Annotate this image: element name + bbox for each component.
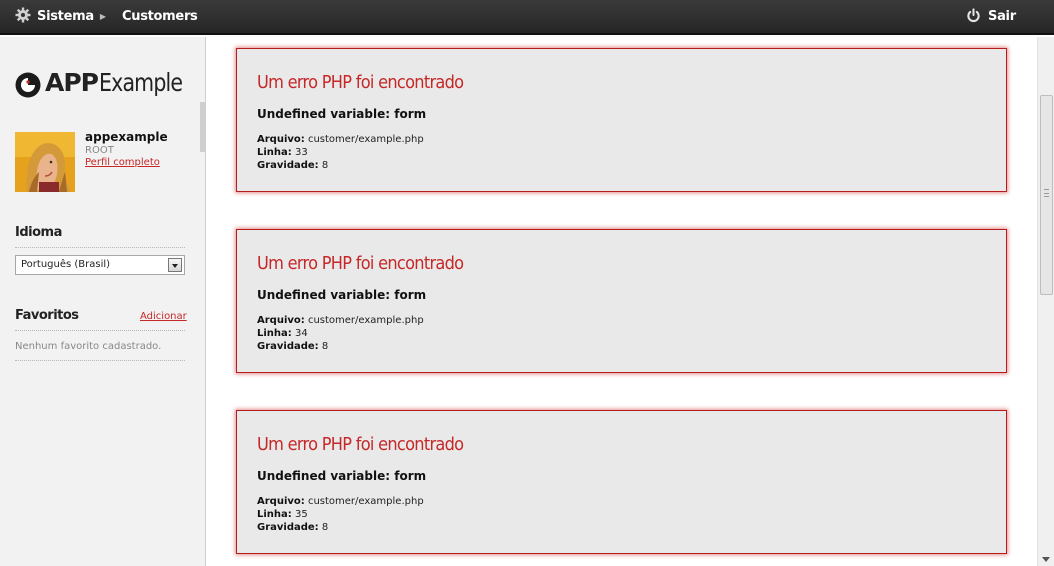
php-error-box: Um erro PHP foi encontrado Undefined var…	[236, 410, 1007, 554]
page-scrollbar[interactable]	[1037, 37, 1054, 566]
system-menu-button[interactable]: Sistema ▶	[15, 0, 106, 35]
error-message: Undefined variable: form	[257, 469, 427, 483]
severity-value: 8	[321, 341, 329, 352]
user-name: appexample	[85, 130, 168, 144]
line-label: Linha:	[257, 328, 292, 339]
divider	[15, 330, 185, 331]
gear-icon	[15, 7, 31, 23]
sidebar: APP Example appexample ROOT Perfil compl…	[0, 37, 206, 566]
logo-text-app: APP	[45, 68, 99, 97]
logo-mark-icon	[15, 72, 41, 98]
severity-label: Gravidade:	[257, 341, 319, 352]
customers-menu-button[interactable]: Customers	[122, 0, 198, 35]
favorites-section-title: Favoritos	[15, 308, 79, 323]
top-navbar: Sistema ▶ Customers Sair	[0, 0, 1054, 35]
scroll-down-arrow-icon[interactable]	[1042, 557, 1050, 562]
severity-label: Gravidade:	[257, 522, 319, 533]
language-section-title: Idioma	[15, 225, 62, 240]
error-title: Um erro PHP foi encontrado	[257, 253, 464, 274]
error-title: Um erro PHP foi encontrado	[257, 434, 464, 455]
file-value: customer/example.php	[307, 134, 424, 145]
divider	[15, 247, 185, 248]
logo-text-example: Example	[99, 68, 183, 97]
grip-icon	[1044, 189, 1049, 197]
error-details: Arquivo: customer/example.php Linha: 35 …	[257, 495, 424, 534]
severity-value: 8	[321, 160, 329, 171]
line-value: 33	[294, 147, 308, 158]
file-value: customer/example.php	[307, 496, 424, 507]
favorites-empty-text: Nenhum favorito cadastrado.	[15, 341, 162, 352]
logout-button[interactable]: Sair	[966, 0, 1016, 35]
severity-value: 8	[321, 522, 329, 533]
add-favorite-link[interactable]: Adicionar	[140, 311, 187, 322]
avatar	[15, 132, 75, 192]
sidebar-scrollbar[interactable]	[200, 102, 206, 152]
chevron-down-icon[interactable]	[168, 258, 182, 272]
caret-right-icon: ▶	[99, 12, 106, 21]
language-select-value: Português (Brasil)	[21, 259, 111, 270]
php-error-box: Um erro PHP foi encontrado Undefined var…	[236, 229, 1007, 373]
line-value: 35	[294, 509, 308, 520]
file-value: customer/example.php	[307, 315, 424, 326]
file-label: Arquivo:	[257, 134, 305, 145]
divider	[15, 360, 185, 361]
error-title: Um erro PHP foi encontrado	[257, 72, 464, 93]
language-select[interactable]: Português (Brasil)	[15, 255, 185, 275]
error-details: Arquivo: customer/example.php Linha: 33 …	[257, 133, 424, 172]
scrollbar-thumb[interactable]	[1040, 95, 1053, 295]
file-label: Arquivo:	[257, 496, 305, 507]
user-role: ROOT	[85, 145, 114, 156]
line-label: Linha:	[257, 509, 292, 520]
main-content: Um erro PHP foi encontrado Undefined var…	[207, 37, 1037, 566]
error-message: Undefined variable: form	[257, 107, 427, 121]
system-menu-label: Sistema	[37, 9, 94, 24]
file-label: Arquivo:	[257, 315, 305, 326]
error-message: Undefined variable: form	[257, 288, 427, 302]
line-value: 34	[294, 328, 308, 339]
power-icon	[967, 8, 980, 23]
error-details: Arquivo: customer/example.php Linha: 34 …	[257, 314, 424, 353]
full-profile-link[interactable]: Perfil completo	[85, 157, 160, 168]
line-label: Linha:	[257, 147, 292, 158]
severity-label: Gravidade:	[257, 160, 319, 171]
logout-label: Sair	[988, 9, 1016, 24]
php-error-box: Um erro PHP foi encontrado Undefined var…	[236, 48, 1007, 192]
